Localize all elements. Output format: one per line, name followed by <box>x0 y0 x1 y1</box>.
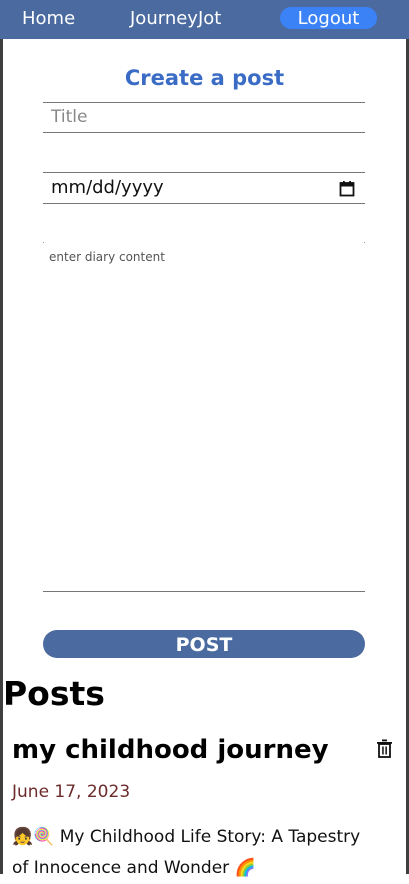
window-frame-left <box>0 0 3 874</box>
textarea-corner <box>43 242 44 243</box>
nav-home-link[interactable]: Home <box>22 8 75 29</box>
post-excerpt: 👧🍭 My Childhood Life Story: A Tapestry o… <box>12 827 361 878</box>
post-button[interactable]: POST <box>43 630 365 658</box>
posts-heading: Posts <box>3 674 105 713</box>
date-placeholder: mm/dd/yyyy <box>51 177 164 198</box>
post-date: June 17, 2023 <box>12 782 131 802</box>
diary-content-textarea[interactable]: enter diary content <box>43 242 365 592</box>
title-input[interactable]: Title <box>43 102 365 133</box>
textarea-corner <box>364 242 365 243</box>
trash-icon[interactable] <box>376 739 393 762</box>
content-placeholder: enter diary content <box>49 250 165 264</box>
logout-button[interactable]: Logout <box>280 7 377 29</box>
title-placeholder: Title <box>51 107 88 127</box>
date-input[interactable]: mm/dd/yyyy <box>43 172 365 204</box>
nav-brand[interactable]: JourneyJot <box>130 8 221 29</box>
post-title: my childhood journey <box>12 735 329 765</box>
calendar-icon[interactable] <box>339 180 355 201</box>
create-post-heading: Create a post <box>124 66 285 90</box>
navbar: Home JourneyJot Logout <box>0 0 409 39</box>
